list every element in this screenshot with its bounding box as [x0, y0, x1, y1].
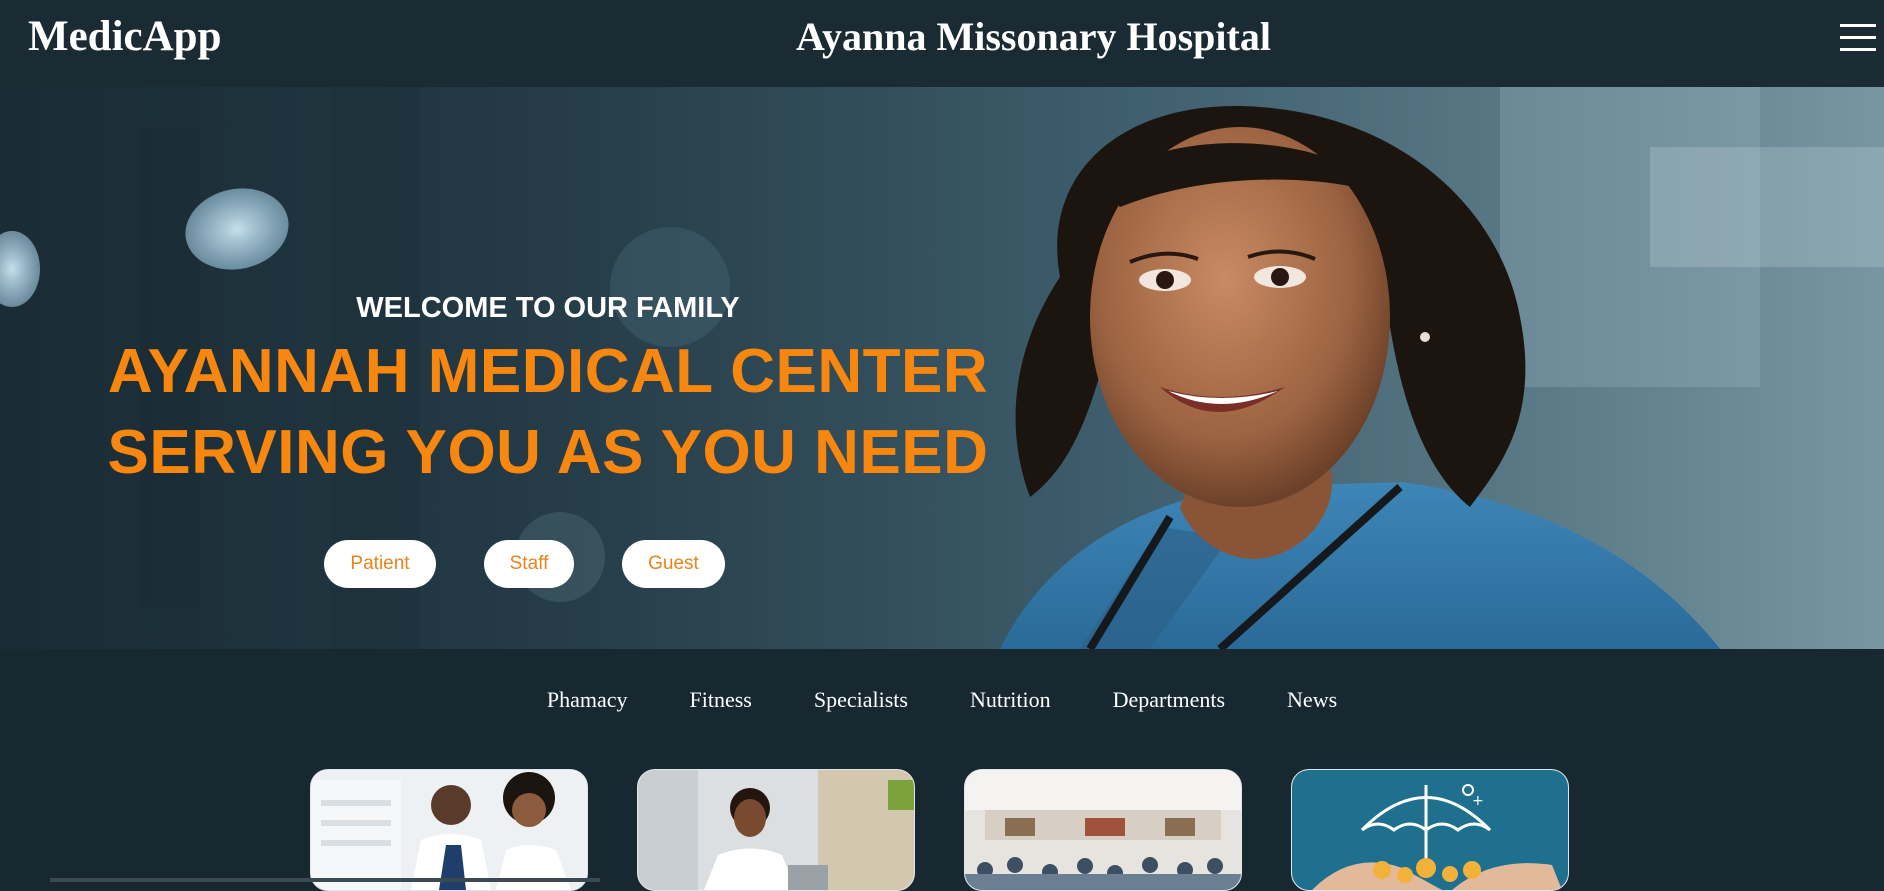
category-fitness-link[interactable]: Fitness [690, 686, 752, 714]
pharmacy-photo [311, 770, 587, 890]
category-nav: Phamacy Fitness Specialists Nutrition De… [0, 686, 1884, 714]
category-departments-link[interactable]: Departments [1113, 686, 1225, 714]
fitness-photo [638, 770, 914, 890]
departments-photo [965, 770, 1241, 890]
hero-headline-line2: SERVING YOU AS YOU NEED [107, 418, 989, 487]
category-specialists-link[interactable]: Specialists [814, 686, 908, 714]
departments-card[interactable] [964, 769, 1242, 891]
care-umbrella-photo: + [1292, 770, 1568, 890]
svg-text:+: + [1472, 793, 1484, 809]
top-navbar: MedicApp Ayanna Missonary Hospital [0, 0, 1884, 87]
horizontal-scrollbar[interactable] [50, 878, 600, 882]
nutrition-care-card[interactable]: + [1291, 769, 1569, 891]
category-pharmacy-link[interactable]: Phamacy [547, 686, 628, 714]
patient-button[interactable]: Patient [324, 540, 436, 588]
hamburger-menu-icon[interactable] [1840, 24, 1876, 52]
pharmacy-card[interactable] [310, 769, 588, 891]
hero-headline-line1: AYANNAH MEDICAL CENTER [107, 337, 989, 406]
category-nutrition-link[interactable]: Nutrition [970, 686, 1051, 714]
category-news-link[interactable]: News [1287, 686, 1337, 714]
hero-banner: WELCOME TO OUR FAMILY AYANNAH MEDICAL CE… [0, 87, 1884, 649]
guest-button[interactable]: Guest [622, 540, 725, 588]
welcome-subtitle: WELCOME TO OUR FAMILY [356, 292, 740, 324]
hospital-title: Ayanna Missonary Hospital [796, 14, 1271, 59]
fitness-card[interactable] [637, 769, 915, 891]
staff-button[interactable]: Staff [484, 540, 574, 588]
